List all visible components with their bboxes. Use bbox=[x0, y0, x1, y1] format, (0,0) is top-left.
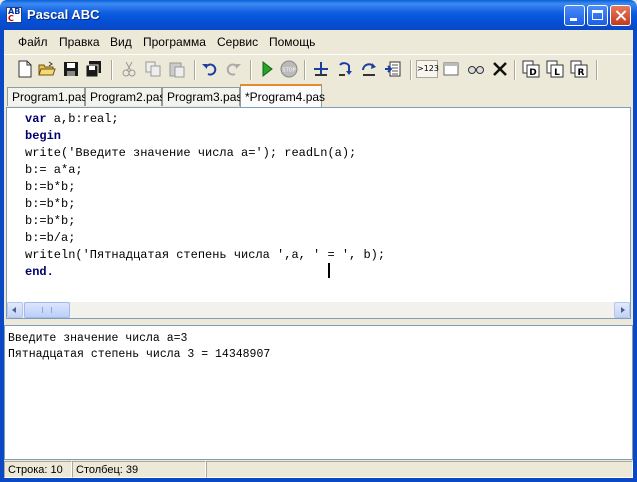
tab-program1[interactable]: Program1.pas bbox=[7, 87, 87, 106]
code-editor[interactable]: var a,b:real; begin write('Введите значени… bbox=[6, 107, 631, 319]
window-icon[interactable] bbox=[442, 60, 460, 78]
window-title: Pascal ABC bbox=[27, 7, 100, 22]
code-statement: b:=b*b; bbox=[25, 180, 76, 194]
copy-icon[interactable] bbox=[144, 60, 162, 78]
cut-icon[interactable] bbox=[120, 60, 138, 78]
output-pane[interactable]: Введите значение числа a=3 Пятнадцатая ст… bbox=[4, 325, 633, 460]
code-statement: write('Введите значение числа a='); read… bbox=[25, 146, 357, 160]
new-file-icon[interactable] bbox=[16, 60, 34, 78]
toolbar-separator bbox=[194, 60, 196, 80]
code-keyword: begin bbox=[25, 129, 62, 143]
code-line[interactable]: end. bbox=[25, 264, 385, 281]
status-column: Столбец: 39 bbox=[72, 461, 206, 478]
paste-icon[interactable] bbox=[168, 60, 186, 78]
code-statement: a,b:real; bbox=[46, 112, 119, 126]
open-folder-icon[interactable] bbox=[38, 60, 56, 78]
app-window: AB C Pascal ABC Файл Правка Вид Программа… bbox=[0, 0, 637, 482]
compile-l-label: L bbox=[554, 68, 560, 78]
run-icon[interactable] bbox=[258, 60, 276, 78]
scrollbar-thumb[interactable] bbox=[24, 302, 70, 318]
toolbar-separator bbox=[596, 60, 598, 80]
scroll-right-icon[interactable] bbox=[614, 302, 630, 318]
tab-program4[interactable]: *Program4.pas bbox=[240, 84, 325, 107]
stop-icon[interactable]: STOP bbox=[280, 60, 298, 78]
code-line[interactable]: b:=b*b; bbox=[25, 196, 385, 213]
code-keyword: end. bbox=[25, 265, 54, 279]
code-text[interactable]: var a,b:real; begin write('Введите значени… bbox=[25, 111, 385, 281]
code-statement: writeln('Пятнадцатая степень числа ',a, … bbox=[25, 248, 386, 262]
menu-bar: Файл Правка Вид Программа Сервис Помощь bbox=[4, 30, 633, 54]
status-line: Строка: 10 bbox=[4, 461, 72, 478]
toolbar-separator bbox=[111, 60, 113, 80]
code-line[interactable]: b:=b*b; bbox=[25, 213, 385, 230]
run-to-cursor-icon[interactable] bbox=[384, 60, 402, 78]
file-tabs: Program1.pas Program2.pas Program3.pas *… bbox=[4, 84, 633, 107]
maximize-button[interactable] bbox=[587, 5, 608, 26]
code-line[interactable]: b:=b/a; bbox=[25, 230, 385, 247]
menu-file[interactable]: Файл bbox=[18, 35, 48, 49]
code-statement: b:=b*b; bbox=[25, 197, 76, 211]
compile-r-icon[interactable]: R bbox=[570, 60, 588, 78]
title-bar[interactable]: AB C Pascal ABC bbox=[0, 0, 637, 30]
save-icon[interactable] bbox=[62, 60, 80, 78]
output-text: Введите значение числа a=3 Пятнадцатая ст… bbox=[8, 331, 270, 363]
code-line[interactable]: write('Введите значение числа a='); read… bbox=[25, 145, 385, 162]
watch-add-icon[interactable] bbox=[312, 60, 330, 78]
toolbar-separator bbox=[410, 60, 412, 80]
pascal-abc-app-icon: AB C bbox=[6, 7, 22, 23]
toolbar-separator bbox=[514, 60, 516, 80]
code-statement: b:=b/a; bbox=[25, 231, 76, 245]
close-button[interactable] bbox=[610, 5, 631, 26]
code-statement: b:=b*b; bbox=[25, 214, 76, 228]
code-line[interactable]: b:=b*b; bbox=[25, 179, 385, 196]
compile-d-icon[interactable]: D bbox=[522, 60, 540, 78]
window-frame-bottom bbox=[0, 478, 637, 482]
compile-d-label: D bbox=[529, 68, 536, 78]
app-icon-letter: C bbox=[8, 14, 14, 23]
code-line[interactable]: begin bbox=[25, 128, 385, 145]
editor-horizontal-scrollbar[interactable] bbox=[7, 302, 630, 318]
compile-r-label: R bbox=[578, 68, 585, 78]
toolbar-separator bbox=[304, 60, 306, 80]
toolbar: STOP >123 D L R bbox=[4, 54, 633, 85]
stop-icon-label: STOP bbox=[282, 68, 295, 74]
tab-program2[interactable]: Program2.pas bbox=[85, 87, 165, 106]
code-line[interactable]: var a,b:real; bbox=[25, 111, 385, 128]
menu-service[interactable]: Сервис bbox=[217, 35, 258, 49]
status-bar: Строка: 10 Столбец: 39 bbox=[4, 460, 633, 478]
code-statement: b:= a*a; bbox=[25, 163, 83, 177]
glasses-icon[interactable] bbox=[467, 60, 485, 78]
menu-view[interactable]: Вид bbox=[110, 35, 132, 49]
save-all-icon[interactable] bbox=[85, 60, 103, 78]
tab-program3[interactable]: Program3.pas bbox=[162, 87, 242, 106]
clear-icon[interactable] bbox=[491, 60, 509, 78]
compile-l-icon[interactable]: L bbox=[546, 60, 564, 78]
step-over-icon[interactable] bbox=[360, 60, 378, 78]
window-frame-right bbox=[633, 30, 637, 482]
undo-icon[interactable] bbox=[201, 60, 219, 78]
menu-help[interactable]: Помощь bbox=[269, 35, 315, 49]
menu-program[interactable]: Программа bbox=[143, 35, 206, 49]
output-line: Пятнадцатая степень числа 3 = 14348907 bbox=[8, 348, 271, 361]
status-message bbox=[206, 461, 633, 478]
hex-123-icon[interactable]: >123 bbox=[416, 60, 439, 78]
toolbar-separator bbox=[250, 60, 252, 80]
code-line[interactable]: writeln('Пятнадцатая степень числа ',a, … bbox=[25, 247, 385, 264]
code-keyword: var bbox=[25, 112, 47, 126]
menu-edit[interactable]: Правка bbox=[59, 35, 100, 49]
minimize-button[interactable] bbox=[564, 5, 585, 26]
scroll-left-icon[interactable] bbox=[7, 302, 23, 318]
step-into-icon[interactable] bbox=[336, 60, 354, 78]
output-line: Введите значение числа a=3 bbox=[8, 332, 188, 345]
code-line[interactable]: b:= a*a; bbox=[25, 162, 385, 179]
redo-icon[interactable] bbox=[224, 60, 242, 78]
text-caret bbox=[328, 263, 330, 278]
